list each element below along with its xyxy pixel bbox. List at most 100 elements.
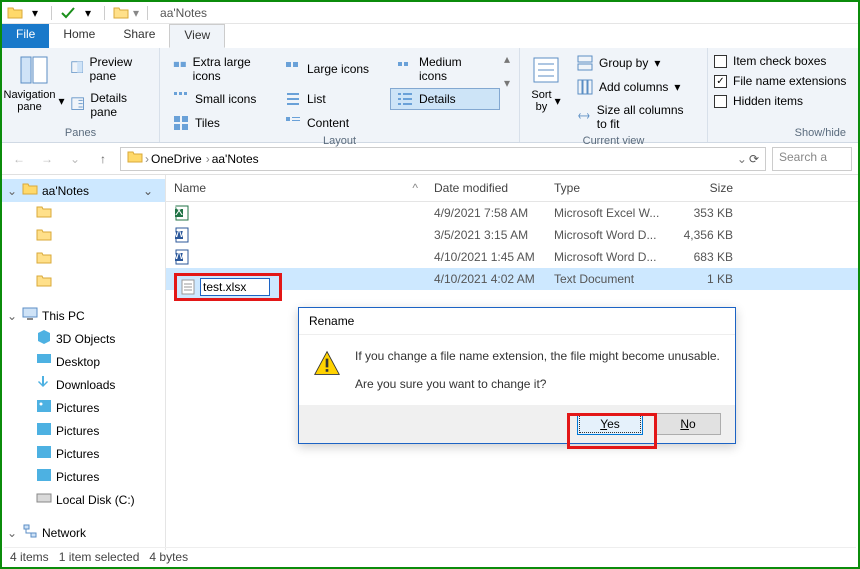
tree-item[interactable]: [2, 225, 165, 248]
nav-pane-label: Navigation pane: [4, 89, 56, 113]
dropdown-icon[interactable]: ▾: [555, 94, 561, 108]
tree-item[interactable]: [2, 271, 165, 294]
tree-item-current[interactable]: ⌄aa'Notes⌄: [2, 179, 165, 202]
tree-item[interactable]: [2, 202, 165, 225]
download-icon: [36, 375, 52, 394]
rename-input[interactable]: [200, 278, 270, 296]
folder-small-icon: [113, 5, 129, 21]
checkmark-icon[interactable]: [60, 5, 76, 21]
svg-text:W: W: [174, 249, 185, 262]
tree-item[interactable]: [2, 248, 165, 271]
scroll-down-icon[interactable]: ▾: [504, 76, 510, 90]
size-columns-button[interactable]: Size all columns to fit: [570, 100, 701, 134]
icons-icon: [173, 91, 189, 107]
tree-item-desktop[interactable]: Desktop: [2, 350, 165, 373]
pc-icon: [22, 306, 38, 325]
dropdown-icon[interactable]: ⌄: [737, 152, 747, 166]
dropdown-icon[interactable]: ▾: [27, 5, 43, 21]
recent-button[interactable]: ⌄: [64, 148, 86, 170]
tree-item-downloads[interactable]: Downloads: [2, 373, 165, 396]
chevron-down-icon[interactable]: ⌄: [6, 184, 18, 198]
list-view[interactable]: List: [278, 88, 388, 110]
yes-button[interactable]: Yes: [577, 413, 643, 435]
medium-icons[interactable]: Medium icons: [390, 52, 500, 86]
file-row[interactable]: W 4/10/2021 1:45 AM Microsoft Word D... …: [166, 246, 858, 268]
tiles-view[interactable]: Tiles: [166, 112, 276, 134]
no-button[interactable]: No: [655, 413, 721, 435]
add-columns-button[interactable]: Add columns▾: [570, 76, 701, 98]
tree-item-this-pc[interactable]: ⌄This PC: [2, 304, 165, 327]
tree-item-pictures[interactable]: Pictures: [2, 419, 165, 442]
disk-icon: [36, 490, 52, 509]
small-icons[interactable]: Small icons: [166, 88, 276, 110]
list-icon: [285, 91, 301, 107]
crumb-onedrive[interactable]: OneDrive›: [151, 152, 210, 166]
word-icon: W: [174, 249, 190, 265]
pictures-icon: [36, 444, 52, 463]
crumb-folder[interactable]: aa'Notes: [212, 152, 259, 166]
scroll-up-icon[interactable]: ▴: [504, 52, 510, 66]
folder-icon: [127, 149, 143, 168]
forward-button[interactable]: →: [36, 148, 58, 170]
status-items: 4 items: [10, 550, 49, 564]
chevron-down-icon[interactable]: ⌄: [6, 526, 18, 540]
refresh-icon[interactable]: ⟳: [749, 152, 759, 166]
tab-home[interactable]: Home: [49, 24, 109, 48]
folder-icon: [36, 273, 52, 292]
col-size[interactable]: Size: [671, 175, 741, 201]
file-row[interactable]: W 3/5/2021 3:15 AM Microsoft Word D... 4…: [166, 224, 858, 246]
tree-item-network[interactable]: ⌄Network: [2, 521, 165, 544]
preview-pane-button[interactable]: Preview pane: [64, 52, 153, 86]
dropdown-icon[interactable]: ▾: [133, 6, 139, 20]
details-icon: [397, 91, 413, 107]
column-headers[interactable]: Name^ Date modified Type Size: [166, 175, 858, 202]
details-view[interactable]: Details: [390, 88, 500, 110]
tab-view[interactable]: View: [169, 24, 225, 48]
rename-highlight: [174, 273, 282, 301]
sort-by-button[interactable]: Sort by▾: [526, 52, 566, 116]
search-input[interactable]: Search a: [772, 147, 852, 171]
up-button[interactable]: ↑: [92, 148, 114, 170]
tree-item-3d[interactable]: 3D Objects: [2, 327, 165, 350]
item-checkboxes-toggle[interactable]: Item check boxes: [714, 52, 846, 70]
col-date[interactable]: Date modified: [426, 175, 546, 201]
content-view[interactable]: Content: [278, 112, 388, 134]
tab-share[interactable]: Share: [109, 24, 169, 48]
nav-pane-icon: [18, 54, 50, 86]
breadcrumb[interactable]: › OneDrive› aa'Notes ⌄ ⟳: [120, 147, 766, 171]
dropdown-icon[interactable]: ▾: [674, 80, 680, 94]
chevron-down-icon[interactable]: ⌄: [143, 184, 153, 198]
tree-item-pictures[interactable]: Pictures: [2, 442, 165, 465]
folder-icon: [36, 250, 52, 269]
tree-item-pictures[interactable]: Pictures: [2, 396, 165, 419]
checkbox-checked-icon: ✓: [714, 75, 727, 88]
file-row[interactable]: X 4/9/2021 7:58 AM Microsoft Excel W... …: [166, 202, 858, 224]
chevron-down-icon[interactable]: ⌄: [6, 309, 18, 323]
extra-large-icons[interactable]: Extra large icons: [166, 52, 276, 86]
col-type[interactable]: Type: [546, 175, 671, 201]
tree-item-disk[interactable]: Local Disk (C:): [2, 488, 165, 511]
pictures-icon: [36, 421, 52, 440]
checkbox-icon: [714, 55, 727, 68]
group-by-button[interactable]: Group by▾: [570, 52, 701, 74]
col-name[interactable]: Name^: [166, 175, 426, 201]
group-title-showhide: Show/hide: [714, 126, 850, 140]
checkbox-icon: [714, 95, 727, 108]
rename-dialog: Rename If you change a file name extensi…: [298, 307, 736, 444]
icons-icon: [173, 61, 187, 77]
details-pane-button[interactable]: Details pane: [64, 88, 153, 122]
tree-item-pictures[interactable]: Pictures: [2, 465, 165, 488]
dialog-title: Rename: [299, 308, 735, 335]
tab-file[interactable]: File: [2, 24, 49, 48]
dialog-line1: If you change a file name extension, the…: [355, 349, 720, 363]
back-button[interactable]: ←: [8, 148, 30, 170]
large-icons[interactable]: Large icons: [278, 52, 388, 86]
tree-view[interactable]: ⌄aa'Notes⌄ ⌄This PC 3D Objects Desktop D…: [2, 175, 166, 550]
navigation-pane-button[interactable]: Navigation pane▾: [8, 52, 60, 116]
addcols-icon: [577, 79, 593, 95]
dropdown-icon[interactable]: ▾: [654, 56, 660, 70]
hidden-items-toggle[interactable]: Hidden items: [714, 92, 846, 110]
ribbon: Navigation pane▾ Preview pane Details pa…: [2, 48, 858, 143]
dropdown-icon[interactable]: ▾: [80, 5, 96, 21]
file-ext-toggle[interactable]: ✓File name extensions: [714, 72, 846, 90]
